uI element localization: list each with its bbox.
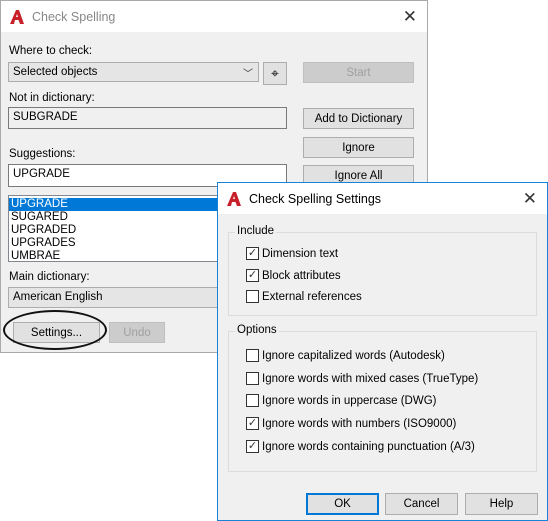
checkmark-icon[interactable]: ✓ <box>246 247 259 260</box>
add-to-dictionary-button[interactable]: Add to Dictionary <box>303 108 414 129</box>
checkbox-label: Block attributes <box>262 269 341 282</box>
checkbox-box[interactable] <box>246 372 259 385</box>
checkbox-label: Ignore capitalized words (Autodesk) <box>262 349 445 362</box>
where-to-check-select[interactable]: Selected objects ﹀ <box>8 62 259 82</box>
where-label: Where to check: <box>9 45 93 57</box>
checkbox-box[interactable] <box>246 290 259 303</box>
options-label: Options <box>235 324 279 336</box>
check-spelling-settings-dialog: Check Spelling Settings ✕ Include Option… <box>217 182 548 521</box>
close-icon[interactable]: ✕ <box>523 189 537 209</box>
settings-dialog-title: Check Spelling Settings <box>249 191 382 206</box>
checkmark-icon[interactable]: ✓ <box>246 440 259 453</box>
title-bar: Check Spelling ✕ <box>1 1 427 32</box>
dialog-title: Check Spelling <box>32 9 116 24</box>
checkbox-options-4[interactable]: ✓ Ignore words containing punctuation (A/… <box>246 440 475 453</box>
autocad-logo-icon <box>227 191 241 206</box>
close-icon[interactable]: ✕ <box>403 7 417 27</box>
not-in-dictionary-label: Not in dictionary: <box>9 92 95 104</box>
crosshair-icon: ⌖ <box>271 65 279 81</box>
checkbox-include-1[interactable]: ✓ Block attributes <box>246 269 341 282</box>
pick-objects-button[interactable]: ⌖ <box>263 62 287 85</box>
checkbox-label: External references <box>262 290 362 303</box>
checkmark-icon[interactable]: ✓ <box>246 269 259 282</box>
checkbox-options-3[interactable]: ✓ Ignore words with numbers (ISO9000) <box>246 417 456 430</box>
checkbox-label: Ignore words with mixed cases (TrueType) <box>262 372 479 385</box>
checkbox-options-0[interactable]: Ignore capitalized words (Autodesk) <box>246 349 445 362</box>
checkbox-label: Dimension text <box>262 247 339 260</box>
not-in-dictionary-field: SUBGRADE <box>8 107 287 129</box>
start-button[interactable]: Start <box>303 62 414 83</box>
ok-button[interactable]: OK <box>306 493 379 515</box>
main-dictionary-label: Main dictionary: <box>9 271 90 283</box>
chevron-down-icon: ﹀ <box>243 69 253 80</box>
checkbox-options-2[interactable]: Ignore words in uppercase (DWG) <box>246 394 436 407</box>
checkbox-options-1[interactable]: Ignore words with mixed cases (TrueType) <box>246 372 478 385</box>
checkbox-label: Ignore words in uppercase (DWG) <box>262 394 437 407</box>
cancel-button[interactable]: Cancel <box>385 493 458 515</box>
ignore-button[interactable]: Ignore <box>303 137 414 158</box>
checkmark-icon[interactable]: ✓ <box>246 417 259 430</box>
checkbox-box[interactable] <box>246 394 259 407</box>
highlight-ellipse <box>3 310 107 350</box>
checkbox-label: Ignore words containing punctuation (A/3… <box>262 440 475 453</box>
checkbox-box[interactable] <box>246 349 259 362</box>
settings-title-bar: Check Spelling Settings ✕ <box>218 183 547 214</box>
include-label: Include <box>235 225 277 237</box>
checkbox-label: Ignore words with numbers (ISO9000) <box>262 417 457 430</box>
checkbox-include-2[interactable]: External references <box>246 290 362 303</box>
checkbox-include-0[interactable]: ✓ Dimension text <box>246 247 338 260</box>
autocad-logo-icon <box>10 9 24 24</box>
suggestions-label: Suggestions: <box>9 148 76 160</box>
where-value: Selected objects <box>13 66 98 78</box>
help-button[interactable]: Help <box>465 493 538 515</box>
undo-button[interactable]: Undo <box>109 322 165 343</box>
